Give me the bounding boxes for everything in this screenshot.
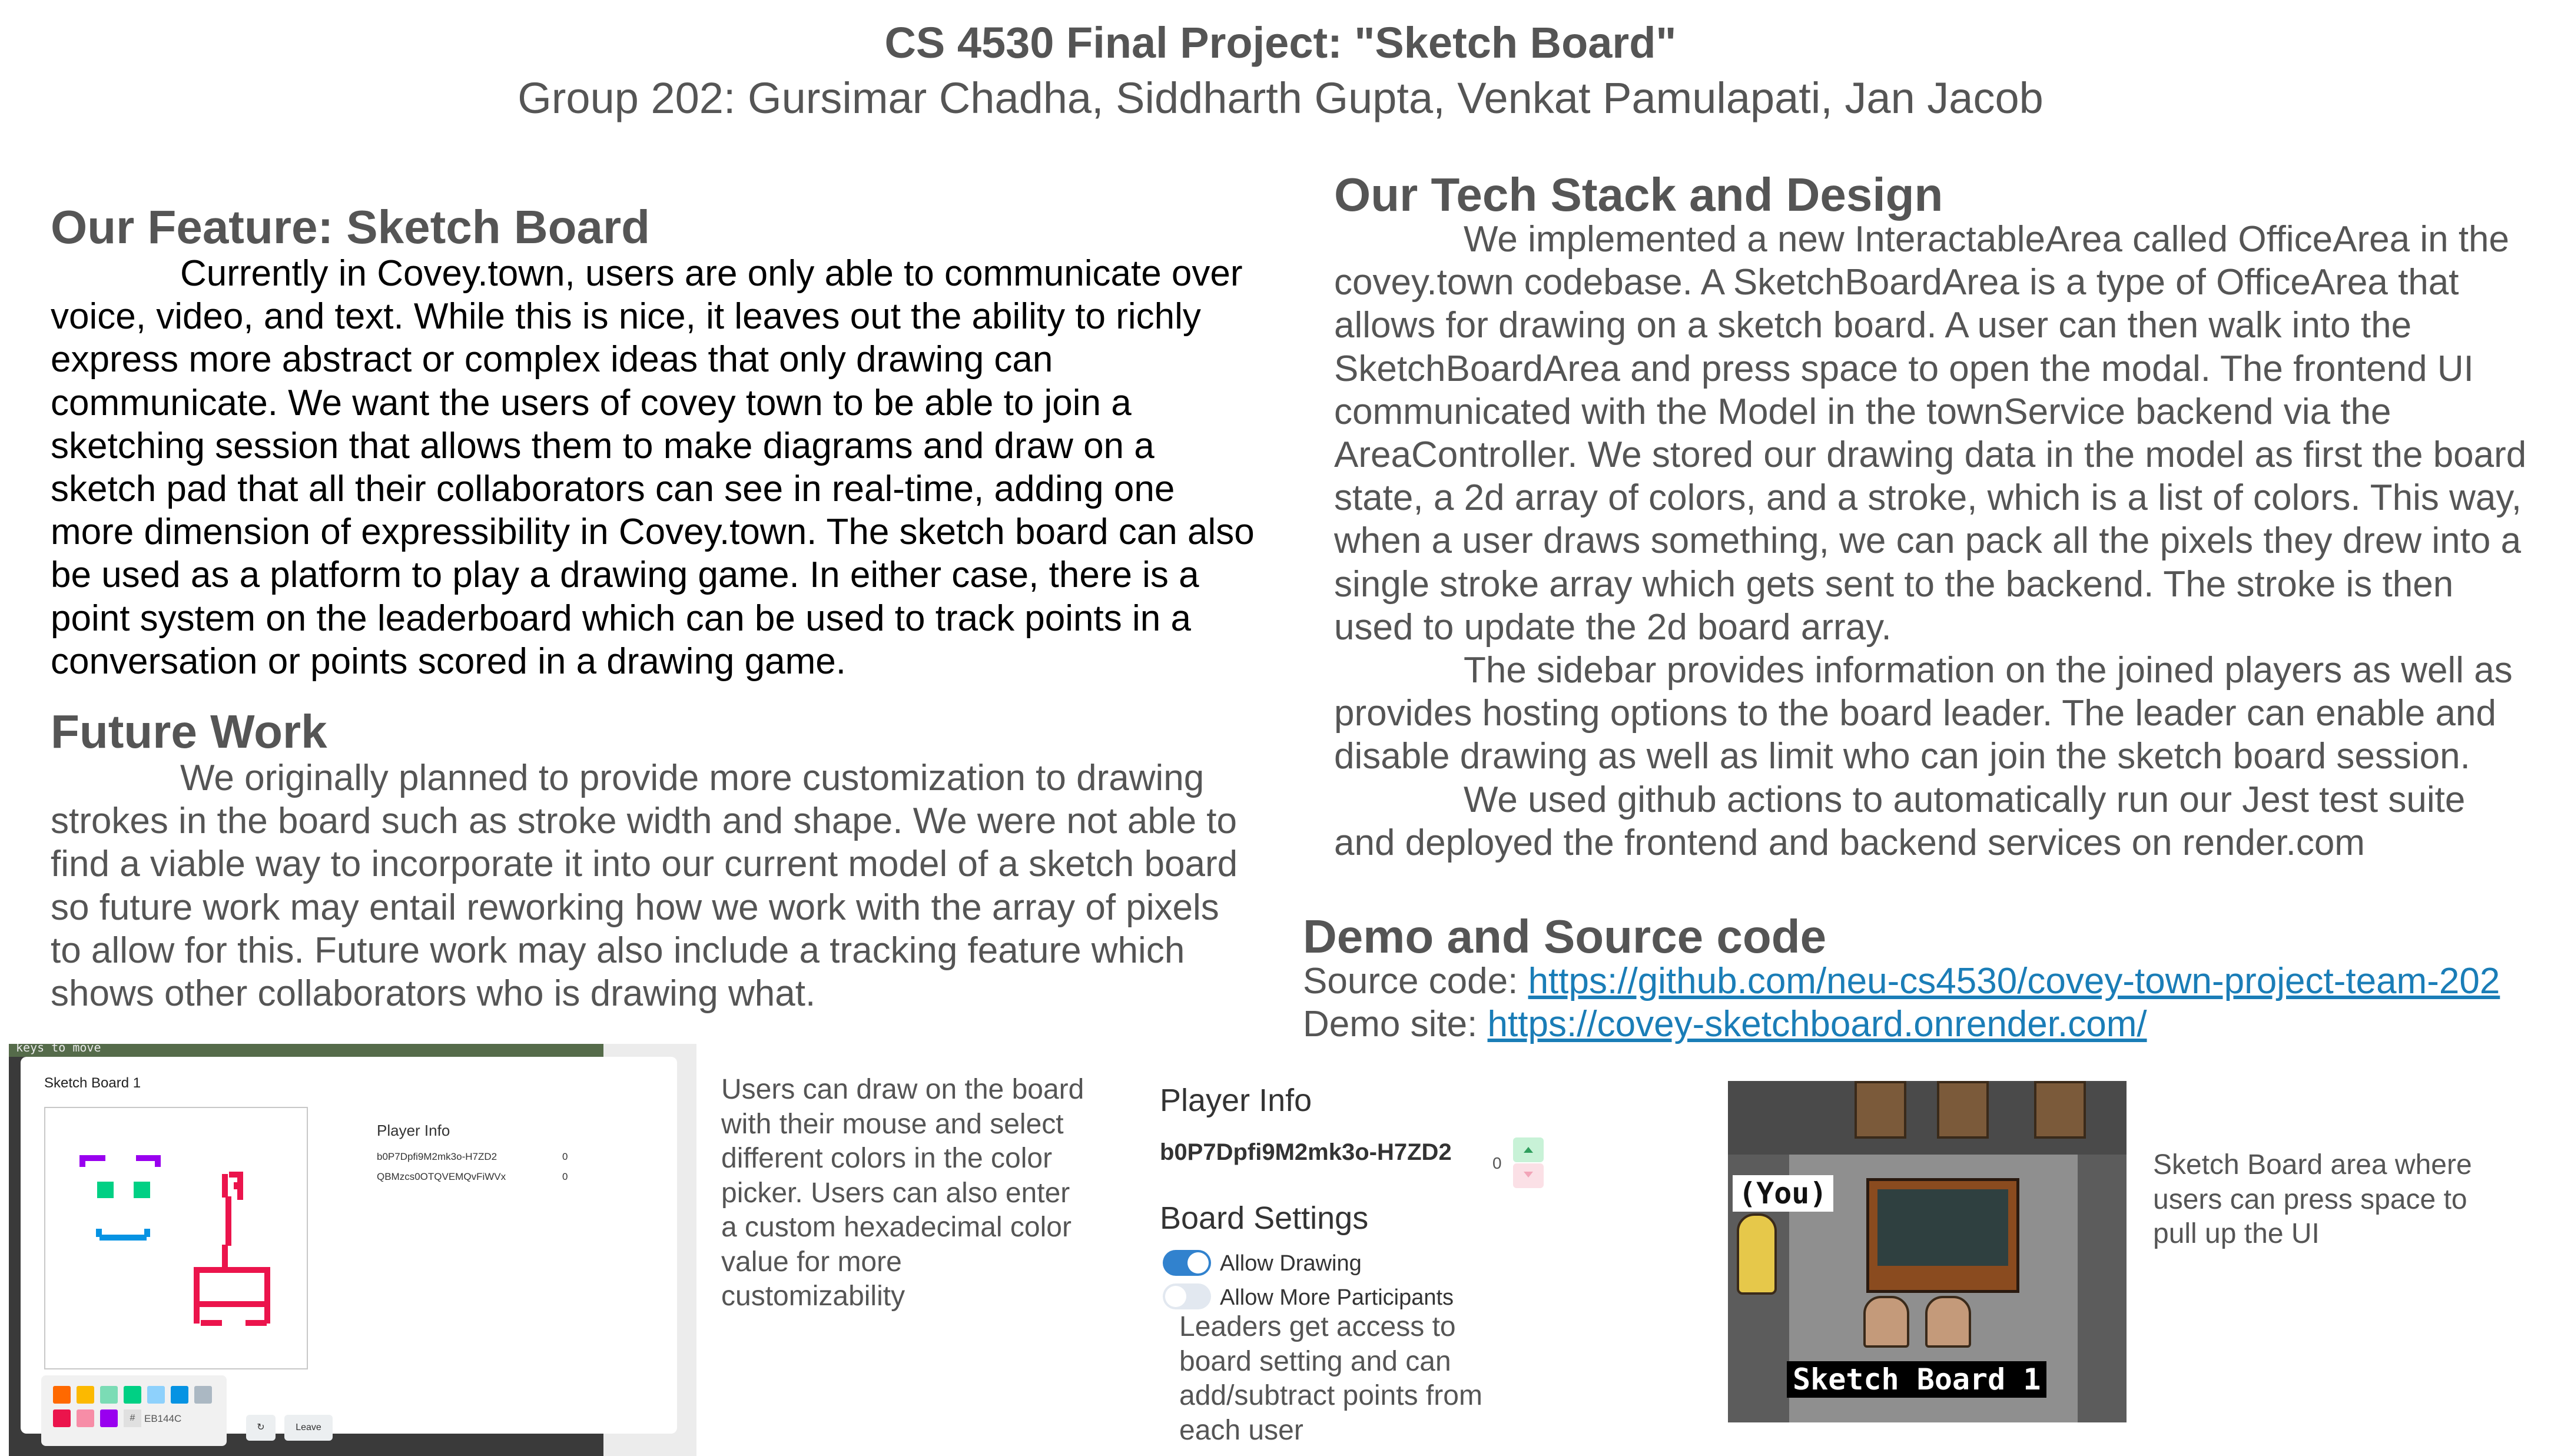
eye-right: [134, 1182, 150, 1198]
color-swatch-pink[interactable]: [77, 1409, 94, 1427]
modal-title: Sketch Board 1: [44, 1075, 141, 1091]
color-swatch-mint[interactable]: [100, 1386, 118, 1404]
player-score-1: 0: [562, 1151, 568, 1162]
player-id-1: b0P7Dpfi9M2mk3o-H7ZD2: [377, 1151, 497, 1162]
subtract-point-button[interactable]: [1513, 1163, 1544, 1188]
keys-hint: keys to move: [16, 1044, 101, 1054]
player-score: 0: [1492, 1154, 1502, 1172]
leave-button[interactable]: Leave: [284, 1415, 333, 1441]
source-label: Source code:: [1303, 961, 1528, 1001]
tech-heading: Our Tech Stack and Design: [1334, 168, 1943, 221]
demo-heading: Demo and Source code: [1303, 910, 1827, 963]
hex-prefix: #: [124, 1409, 141, 1427]
eyebrow-left: [79, 1155, 105, 1167]
color-swatch-green[interactable]: [124, 1386, 141, 1404]
color-swatch-gray[interactable]: [194, 1386, 212, 1404]
demo-site-link[interactable]: https://covey-sketchboard.onrender.com/: [1488, 1004, 2147, 1044]
allow-more-participants-toggle[interactable]: [1163, 1283, 1211, 1309]
you-label: (You): [1733, 1175, 1833, 1212]
allow-drawing-toggle[interactable]: [1163, 1250, 1211, 1276]
future-body: We originally planned to provide more cu…: [51, 757, 1258, 1015]
tech-body: We implemented a new InteractableArea ca…: [1334, 218, 2535, 864]
color-swatch-light-blue[interactable]: [147, 1386, 165, 1404]
color-swatch-purple[interactable]: [100, 1409, 118, 1427]
red-figure: [194, 1172, 270, 1326]
demo-line: Demo site: https://covey-sketchboard.onr…: [1303, 1003, 2539, 1046]
chair-left: [1863, 1296, 1909, 1348]
color-picker: # EB144C: [41, 1375, 227, 1446]
allow-more-participants-label: Allow More Participants: [1220, 1285, 1454, 1310]
bookshelf-middle: [1937, 1081, 1989, 1139]
refresh-icon: ↻: [257, 1422, 265, 1432]
sketch-board-area-screenshot: (You) Sketch Board 1: [1728, 1081, 2127, 1422]
color-swatch-blue[interactable]: [171, 1386, 188, 1404]
source-link[interactable]: https://github.com/neu-cs4530/covey-town…: [1528, 961, 2500, 1001]
player-avatar: [1737, 1213, 1777, 1295]
color-swatch-red[interactable]: [53, 1409, 71, 1427]
player-info-heading: Player Info: [1160, 1083, 1312, 1118]
drawing-svg: [79, 1155, 270, 1326]
poster-subtitle: Group 202: Gursimar Chadha, Siddharth Gu…: [517, 74, 2044, 122]
drawing-canvas[interactable]: [44, 1107, 308, 1369]
sketch-board-label: Sketch Board 1: [1787, 1361, 2047, 1398]
refresh-button[interactable]: ↻: [246, 1415, 276, 1441]
feature-body: Currently in Covey.town, users are only …: [51, 252, 1258, 683]
feature-heading: Our Feature: Sketch Board: [51, 201, 651, 253]
demo-site-label: Demo site:: [1303, 1004, 1488, 1044]
game-map-strip: [9, 1044, 696, 1057]
add-point-button[interactable]: [1513, 1137, 1544, 1162]
toggle-knob: [1187, 1252, 1209, 1273]
tech-paragraph-1: We implemented a new InteractableArea ca…: [1334, 219, 2527, 648]
bookshelf-right: [2034, 1081, 2086, 1139]
tech-paragraph-2: The sidebar provides information on the …: [1334, 650, 2513, 777]
bookshelf-left: [1855, 1081, 1906, 1139]
player-id-2: QBMzcs0OTQVEMQvFiWVx: [377, 1171, 506, 1182]
chalkboard: [1877, 1189, 2008, 1266]
color-swatch-amber[interactable]: [77, 1386, 94, 1404]
caption-leader: Leaders get access to board setting and …: [1179, 1311, 1482, 1446]
chalkboard-frame: [1866, 1178, 2019, 1293]
caption-area: Sketch Board area where users can press …: [2153, 1149, 2472, 1249]
feature-paragraph: Currently in Covey.town, users are only …: [51, 253, 1255, 682]
sketch-board-modal-screenshot: keys to move Sketch Board 1 Player Info …: [9, 1044, 696, 1456]
color-swatch-orange[interactable]: [53, 1386, 71, 1404]
hex-input[interactable]: EB144C: [144, 1413, 181, 1425]
mouth: [96, 1229, 150, 1241]
toggle-knob: [1165, 1286, 1186, 1307]
player-info-title: Player Info: [377, 1122, 450, 1139]
player-score-2: 0: [562, 1171, 568, 1182]
source-line: Source code: https://github.com/neu-cs45…: [1303, 960, 2539, 1003]
caption-drawing: Users can draw on the board with their m…: [721, 1074, 1084, 1312]
poster-title: CS 4530 Final Project: "Sketch Board": [884, 18, 1677, 67]
future-paragraph: We originally planned to provide more cu…: [51, 758, 1238, 1014]
sketch-board-modal: Sketch Board 1 Player Info b0P7Dpfi9M2mk…: [21, 1057, 677, 1446]
eye-left: [97, 1182, 114, 1198]
board-settings-heading: Board Settings: [1160, 1200, 1369, 1236]
triangle-up-icon: [1524, 1147, 1533, 1153]
tech-paragraph-3: We used github actions to automatically …: [1334, 779, 2466, 863]
future-heading: Future Work: [51, 705, 327, 758]
player-id: b0P7Dpfi9M2mk3o-H7ZD2: [1160, 1139, 1452, 1165]
eyebrow-right: [136, 1155, 161, 1167]
allow-drawing-label: Allow Drawing: [1220, 1251, 1362, 1276]
triangle-down-icon: [1524, 1172, 1533, 1178]
chair-right: [1925, 1296, 1971, 1348]
